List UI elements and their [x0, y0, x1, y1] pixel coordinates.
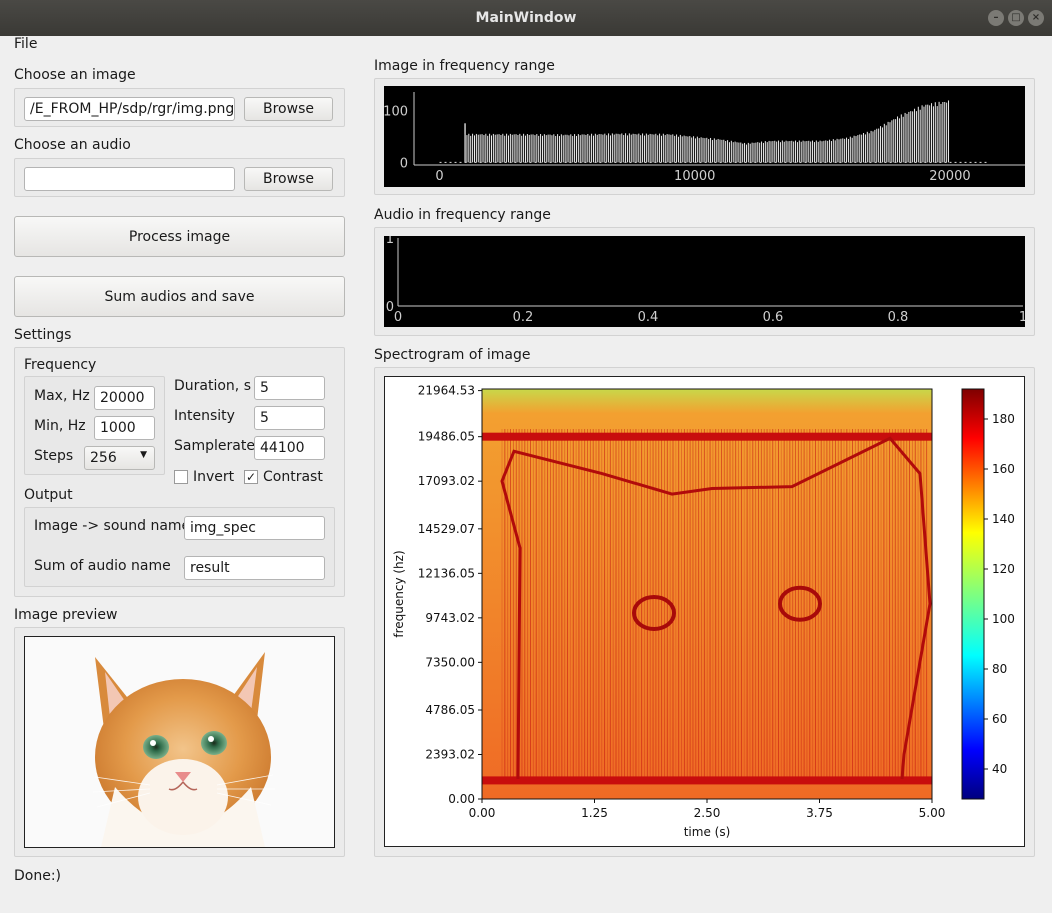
- x-tick-label: 3.75: [806, 806, 833, 820]
- y-tick-label: 0.00: [448, 792, 475, 806]
- settings-label: Settings: [14, 327, 72, 343]
- contrast-checkbox[interactable]: ✓: [244, 470, 258, 484]
- sum-name-input[interactable]: result: [184, 556, 325, 580]
- image-preview: [24, 636, 335, 848]
- x-tick-label: 0: [435, 169, 443, 184]
- audio-freq-chart: 0 1 0 0.2 0.4 0.6 0.8 1: [386, 232, 1027, 325]
- x-tick-label: 0.8: [888, 310, 909, 325]
- x-tick-label: 1: [1019, 310, 1025, 325]
- menu-file[interactable]: File: [14, 36, 37, 52]
- max-hz-input[interactable]: 20000: [94, 386, 155, 410]
- sum-name-label: Sum of audio name: [34, 558, 171, 574]
- intensity-label: Intensity: [174, 408, 235, 424]
- colorbar-tick-label: 120: [992, 562, 1015, 576]
- checkmark-icon: ✓: [245, 470, 257, 484]
- sound-name-input[interactable]: img_spec: [184, 516, 325, 540]
- process-image-button[interactable]: Process image: [14, 216, 345, 257]
- x-tick-label: 0.2: [513, 310, 534, 325]
- max-hz-label: Max, Hz: [34, 388, 90, 404]
- browse-image-button[interactable]: Browse: [244, 97, 333, 121]
- contrast-label: Contrast: [263, 469, 323, 485]
- spectrogram-title: Spectrogram of image: [374, 347, 531, 363]
- status-text: Done:): [14, 868, 62, 884]
- title-bar: MainWindow – □ ×: [0, 0, 1052, 36]
- colorbar-tick-label: 140: [992, 512, 1015, 526]
- y-tick-label: 19486.05: [418, 430, 475, 444]
- colorbar-tick-label: 80: [992, 662, 1007, 676]
- colorbar: [961, 388, 985, 800]
- frequency-label: Frequency: [24, 357, 97, 373]
- intensity-input[interactable]: 5: [254, 406, 325, 430]
- spectrogram-canvas: 0.00 2393.02 4786.05 7350.00 9743.02 12136.05…: [384, 376, 1025, 847]
- y-tick-label: 12136.05: [418, 566, 475, 580]
- y-tick-label: 14529.07: [418, 522, 475, 536]
- image-preview-label: Image preview: [14, 607, 118, 623]
- output-label: Output: [24, 487, 73, 503]
- y-tick-label: 7350.00: [425, 655, 475, 669]
- steps-label: Steps: [34, 448, 74, 464]
- y-tick-label: 9743.02: [425, 611, 475, 625]
- colorbar-tick-label: 160: [992, 462, 1015, 476]
- choose-image-label: Choose an image: [14, 67, 136, 83]
- y-tick-label: 0: [386, 300, 394, 315]
- x-tick-label: 0: [394, 310, 402, 325]
- x-axis-label: time (s): [684, 825, 731, 839]
- audio-path-input[interactable]: [24, 167, 235, 191]
- spectrogram-chart: 0.00 2393.02 4786.05 7350.00 9743.02 12136.05…: [392, 384, 1015, 839]
- duration-input[interactable]: 5: [254, 376, 325, 400]
- sound-name-label: Image -> sound name: [34, 518, 191, 534]
- sum-audios-button[interactable]: Sum audios and save: [14, 276, 345, 317]
- maximize-icon[interactable]: □: [1008, 10, 1024, 26]
- min-hz-label: Min, Hz: [34, 418, 86, 434]
- y-tick-label: 100: [384, 104, 408, 119]
- x-tick-label: 0.00: [469, 806, 496, 820]
- samplerate-label: Samplerate: [174, 438, 255, 454]
- image-freq-plot: 0 100 0 10000 20000: [383, 86, 1025, 187]
- audio-freq-title: Audio in frequency range: [374, 207, 551, 223]
- x-tick-label: 0.4: [638, 310, 659, 325]
- colorbar-tick-label: 60: [992, 712, 1007, 726]
- y-tick-label: 21964.53: [418, 384, 475, 398]
- image-freq-chart: 0 100 0 10000 20000: [383, 92, 1025, 184]
- x-tick-label: 5.00: [919, 806, 946, 820]
- browse-audio-button[interactable]: Browse: [244, 167, 333, 191]
- invert-checkbox[interactable]: [174, 470, 188, 484]
- chevron-down-icon: ▼: [140, 450, 147, 460]
- image-freq-title: Image in frequency range: [374, 58, 555, 74]
- audio-freq-plot: 0 1 0 0.2 0.4 0.6 0.8 1: [384, 232, 1027, 327]
- menu-bar: File: [0, 36, 1052, 56]
- min-hz-input[interactable]: 1000: [94, 416, 155, 440]
- colorbar-tick-label: 40: [992, 762, 1007, 776]
- y-tick-label: 0: [400, 156, 408, 171]
- steps-value: 256: [90, 450, 117, 466]
- x-tick-label: 0.6: [763, 310, 784, 325]
- heatmap-band-top: [482, 432, 932, 441]
- x-tick-label: 20000: [929, 169, 970, 184]
- y-tick-label: 17093.02: [418, 474, 475, 488]
- image-path-input[interactable]: /E_FROM_HP/sdp/rgr/img.png: [24, 97, 235, 121]
- x-tick-label: 2.50: [694, 806, 721, 820]
- minimize-icon[interactable]: –: [988, 10, 1004, 26]
- close-icon[interactable]: ×: [1028, 10, 1044, 26]
- kitten-image: [92, 652, 275, 847]
- heatmap-band-bottom: [482, 776, 932, 785]
- x-tick-label: 10000: [674, 169, 715, 184]
- window-title: MainWindow: [475, 10, 577, 26]
- colorbar-tick-label: 180: [992, 412, 1015, 426]
- y-axis-label: frequency (hz): [392, 550, 406, 637]
- steps-select[interactable]: 256 ▼: [84, 446, 155, 470]
- choose-audio-label: Choose an audio: [14, 137, 131, 153]
- y-tick-label: 4786.05: [425, 703, 475, 717]
- colorbar-tick-label: 100: [992, 612, 1015, 626]
- duration-label: Duration, s: [174, 378, 251, 394]
- y-tick-label: 2393.02: [425, 748, 475, 762]
- invert-label: Invert: [193, 469, 235, 485]
- samplerate-input[interactable]: 44100: [254, 436, 325, 460]
- y-tick-label: 1: [386, 236, 394, 247]
- x-tick-label: 1.25: [581, 806, 608, 820]
